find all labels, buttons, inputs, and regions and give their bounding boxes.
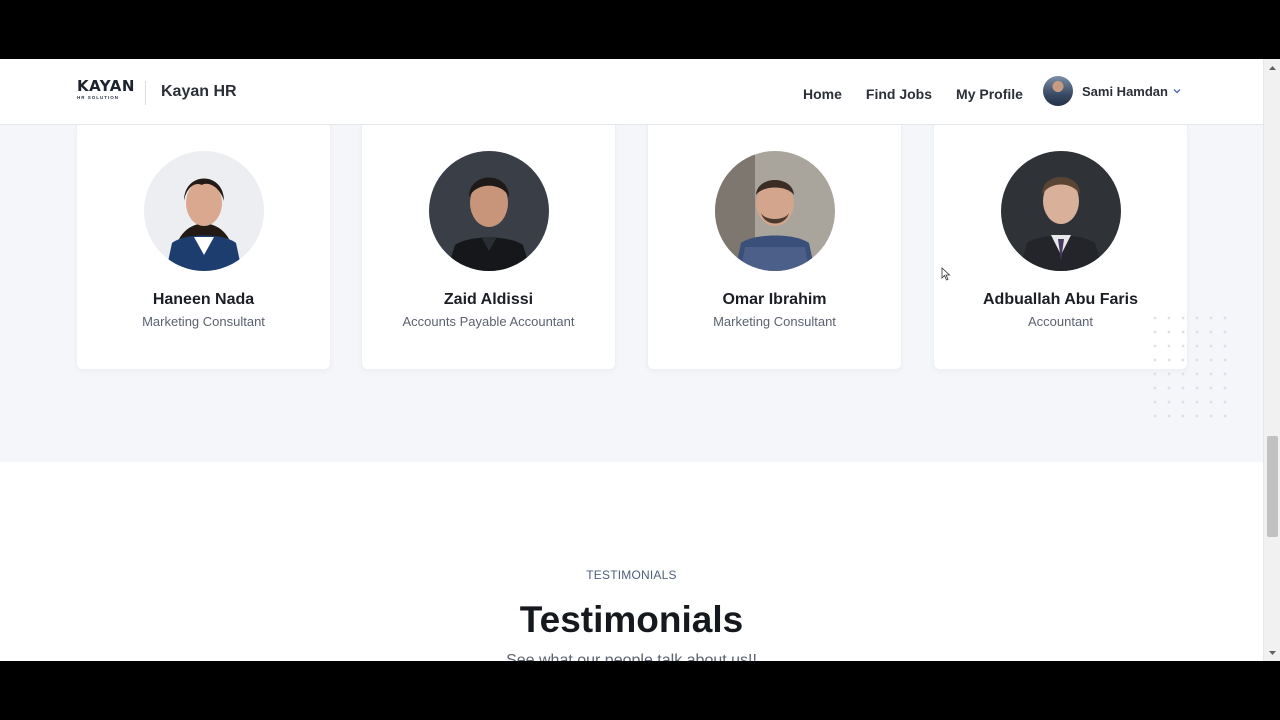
team-member-name: Adbuallah Abu Faris — [983, 291, 1138, 308]
team-card-1[interactable]: Haneen Nada Marketing Consultant — [76, 125, 331, 370]
team-photo — [144, 151, 264, 271]
team-photo — [1001, 151, 1121, 271]
team-card-2[interactable]: Zaid Aldissi Accounts Payable Accountant — [361, 125, 616, 370]
nav-my-profile[interactable]: My Profile — [956, 86, 1023, 102]
chevron-down-icon — [1173, 89, 1181, 94]
vertical-scrollbar[interactable] — [1263, 59, 1280, 661]
scrollbar-thumb[interactable] — [1267, 436, 1278, 537]
logo-divider — [145, 81, 146, 105]
section-tag: TESTIMONIALS — [586, 568, 677, 582]
mouse-cursor-icon — [941, 267, 951, 281]
brand-name: Kayan HR — [161, 83, 237, 100]
letterbox-bottom — [0, 661, 1280, 720]
team-photo — [715, 151, 835, 271]
user-menu[interactable]: Sami Hamdan — [1043, 76, 1182, 106]
letterbox-top — [0, 0, 1280, 59]
nav-find-jobs[interactable]: Find Jobs — [866, 86, 932, 102]
logo-text: KAYAN — [77, 77, 135, 95]
nav-home[interactable]: Home — [803, 86, 842, 102]
main-nav: Home Find Jobs My Profile — [803, 86, 1023, 102]
team-member-name: Omar Ibrahim — [722, 291, 827, 308]
testimonials-section: TESTIMONIALS Testimonials See what our p… — [0, 462, 1263, 661]
team-card-3[interactable]: Omar Ibrahim Marketing Consultant — [647, 125, 902, 370]
section-title: Testimonials — [519, 599, 744, 640]
browser-viewport: KAYAN HR SOLUTION Kayan HR Home Find Job… — [0, 59, 1280, 661]
site-header: KAYAN HR SOLUTION Kayan HR Home Find Job… — [0, 59, 1263, 125]
team-member-role: Accounts Payable Accountant — [402, 314, 575, 329]
user-name: Sami Hamdan — [1082, 83, 1168, 99]
logo-subtext: HR SOLUTION — [77, 95, 119, 100]
scroll-up-arrow-icon[interactable] — [1268, 64, 1277, 73]
team-member-name: Haneen Nada — [152, 291, 255, 308]
team-member-name: Zaid Aldissi — [443, 291, 534, 308]
decorative-dot-grid — [1148, 311, 1236, 423]
team-member-role: Marketing Consultant — [713, 314, 836, 329]
team-photo — [429, 151, 549, 271]
section-subtitle: See what our people talk about us!! — [506, 652, 757, 661]
kayan-logo[interactable]: KAYAN HR SOLUTION — [77, 77, 135, 104]
scroll-down-arrow-icon[interactable] — [1268, 648, 1277, 657]
avatar — [1043, 76, 1073, 106]
team-member-role: Marketing Consultant — [142, 314, 265, 329]
